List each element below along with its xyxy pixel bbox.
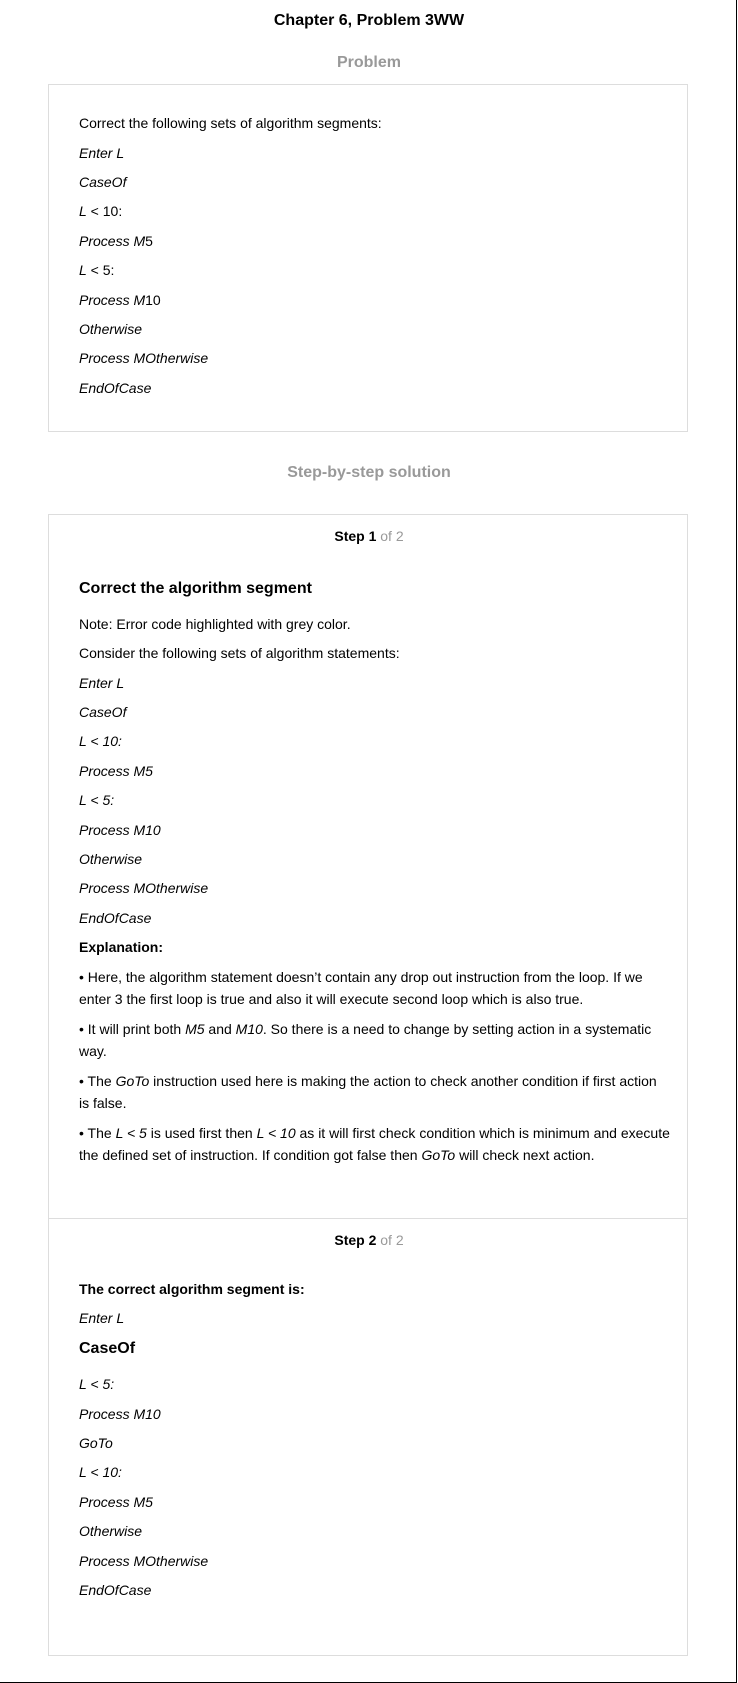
problem-line-part: < 10: (86, 203, 123, 219)
step-2-label: Step 2 of 2 (49, 1232, 689, 1248)
problem-line: L < 10: (79, 201, 122, 221)
solution-heading: Step-by-step solution (287, 464, 451, 481)
problem-line: Process M10 (79, 290, 161, 310)
problem-heading: Problem (336, 54, 401, 71)
bullet-text: • It will print both (79, 1021, 186, 1037)
step-label-number: Step 2 (334, 1232, 377, 1248)
step-2-code-line: CaseOf (79, 1340, 136, 1357)
explanation-bullet: • The L < 5 is used first then L < 10 as… (79, 1122, 679, 1166)
step-2-code-line: GoTo (79, 1435, 113, 1451)
page-title: Chapter 6, Problem 3WW (273, 12, 465, 29)
bullet-text: L < 5 (115, 1125, 147, 1141)
step-1-code-line: L < 5: (79, 792, 115, 808)
problem-line-part: Process M (79, 233, 146, 249)
bullet-text: GoTo (421, 1147, 456, 1163)
problem-line: Process MOtherwise (79, 350, 209, 366)
bullet-text: • The (79, 1073, 116, 1089)
step-1-heading: Correct the algorithm segment (79, 580, 312, 597)
step-1-code-line: L < 10: (79, 733, 122, 749)
bullet-text: instruction used here is making the acti… (79, 1073, 657, 1111)
step-1-code-line: Process MOtherwise (79, 880, 209, 896)
problem-intro: Correct the following sets of algorithm … (79, 115, 382, 131)
step-2-code-line: Process M10 (79, 1406, 161, 1422)
problem-line: Enter L (79, 145, 125, 161)
step-1-note: Note: Error code highlighted with grey c… (79, 616, 351, 632)
step-1-code-line: Process M10 (79, 822, 161, 838)
step-1-label: Step 1 of 2 (49, 528, 689, 544)
bullet-text: and (204, 1021, 236, 1037)
explanation-bullet: • It will print both M5 and M10. So ther… (79, 1018, 664, 1062)
problem-box: Correct the following sets of algorithm … (48, 84, 688, 432)
bullet-text: L < 10 (256, 1125, 296, 1141)
problem-line-part: < 5: (86, 262, 115, 278)
step-1-code-line: CaseOf (79, 704, 127, 720)
step-2-code-line: Enter L (79, 1310, 125, 1326)
bullet-text: M10 (235, 1021, 263, 1037)
problem-line-part: L (79, 262, 87, 278)
step-label-total: of 2 (376, 1232, 404, 1248)
solution-box: Step 1 of 2 Correct the algorithm segmen… (48, 514, 688, 1656)
explanation-bullet: • Here, the algorithm statement doesn’t … (79, 969, 643, 1007)
step-2-code-line: Otherwise (79, 1523, 143, 1539)
step-1-consider: Consider the following sets of algorithm… (79, 645, 400, 661)
problem-line: CaseOf (79, 174, 127, 190)
explanation-bullet: • The GoTo instruction used here is maki… (79, 1070, 664, 1114)
step-1-code-line: Process M5 (79, 763, 153, 779)
step-divider (49, 1218, 687, 1219)
step-2-code-line: Process MOtherwise (79, 1553, 209, 1569)
problem-line-part: L (79, 203, 87, 219)
step-label-total: of 2 (376, 528, 404, 544)
bullet-text: • The (79, 1125, 116, 1141)
step-1-code-line: EndOfCase (79, 910, 152, 926)
step-2-code-line: L < 5: (79, 1376, 115, 1392)
step-2-code-line: Process M5 (79, 1494, 153, 1510)
problem-line-part: 5 (145, 233, 153, 249)
step-2-code-line: L < 10: (79, 1464, 122, 1480)
step-1-code-line: Otherwise (79, 851, 143, 867)
problem-line: Otherwise (79, 321, 143, 337)
bullet-text: is used first then (146, 1125, 257, 1141)
problem-line: EndOfCase (79, 380, 152, 396)
problem-line: Process M5 (79, 231, 153, 251)
bullet-text: GoTo (115, 1073, 150, 1089)
step-2-code-line: EndOfCase (79, 1582, 152, 1598)
problem-line: L < 5: (79, 260, 114, 280)
problem-line-part: Process M (79, 292, 146, 308)
step-1-code-line: Enter L (79, 675, 125, 691)
explanation-label: Explanation: (79, 939, 164, 955)
bullet-text: M5 (185, 1021, 205, 1037)
problem-line-part: 10 (145, 292, 161, 308)
bullet-text: will check next action. (455, 1147, 595, 1163)
step-label-number: Step 1 (334, 528, 377, 544)
step-2-heading: The correct algorithm segment is: (79, 1281, 305, 1297)
